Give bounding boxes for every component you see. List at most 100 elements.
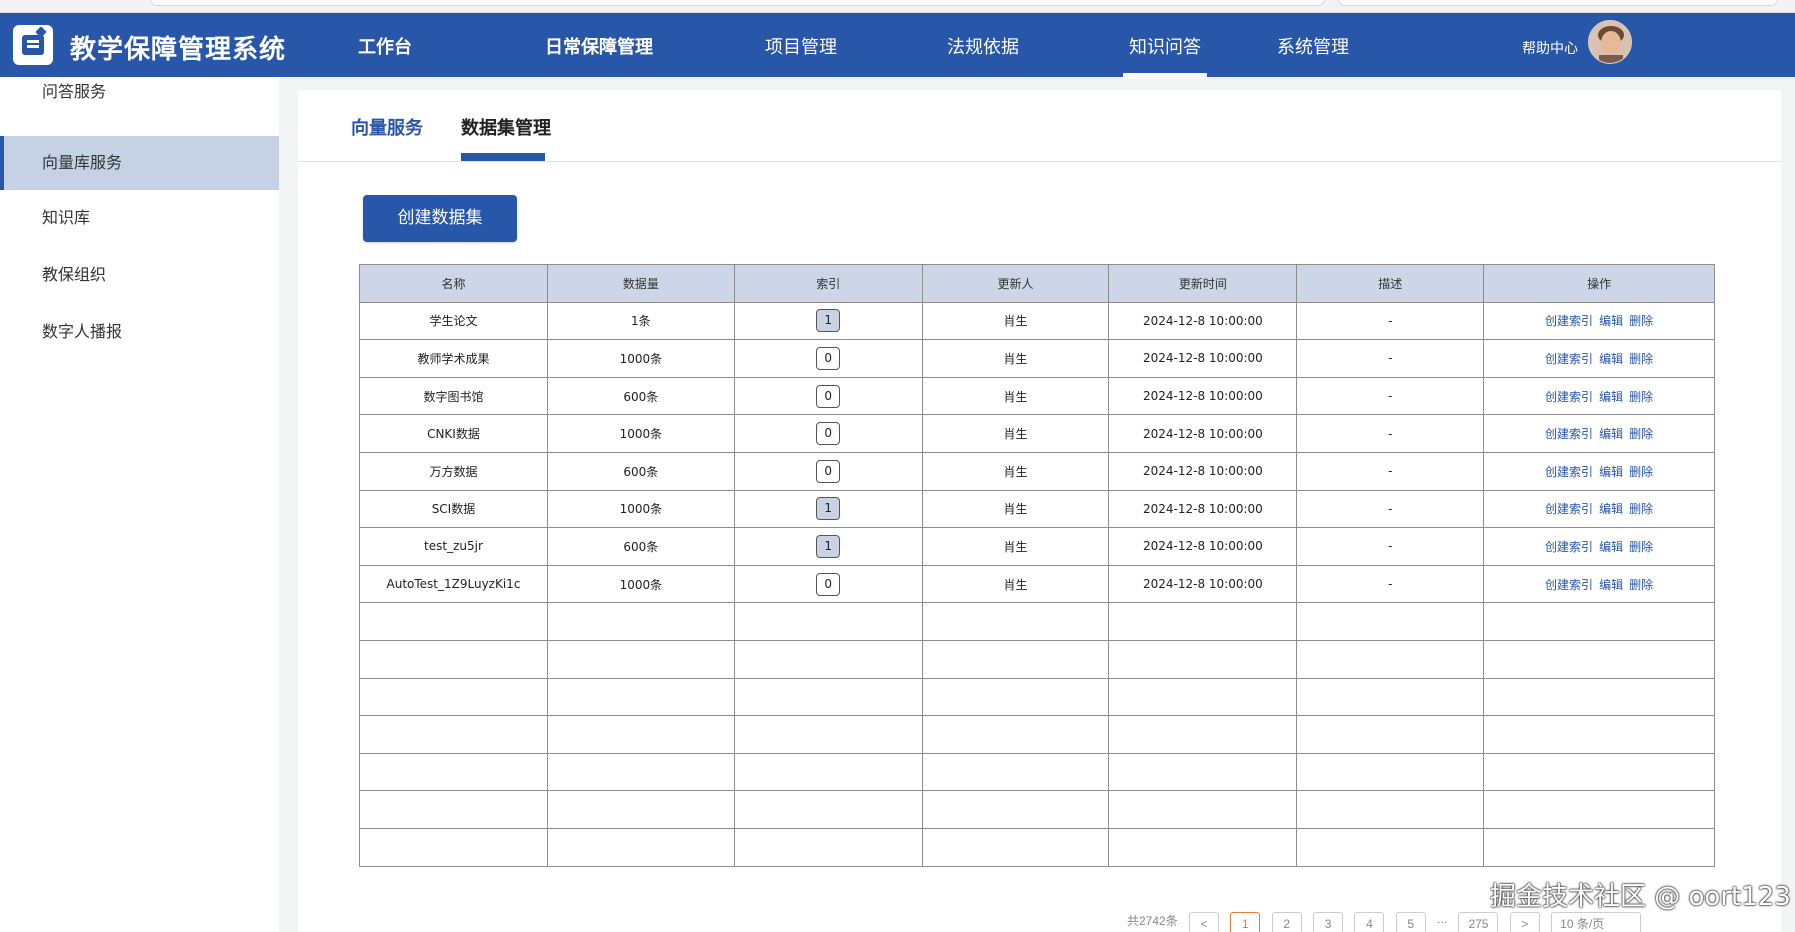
pagination-total: 共2742条 <box>1127 914 1178 928</box>
cell-updater: 肖生 <box>921 414 1110 453</box>
sidebar-item-digital-human[interactable]: 数字人播报 <box>0 305 279 359</box>
pagination-page-2[interactable]: 2 <box>1271 912 1302 932</box>
table-row: 数字图书馆 600条 0 肖生 2024-12-8 10:00:00 - 创建索… <box>359 376 1715 416</box>
index-badge[interactable]: 1 <box>816 497 841 521</box>
pagination: 共2742条 < 1 2 3 4 5 ... 275 > 10 条/页 <box>1127 912 1649 932</box>
nav-item-daily-support[interactable]: 日常保障管理 <box>545 33 653 77</box>
index-badge[interactable]: 0 <box>816 384 841 408</box>
cell-updater: 肖生 <box>921 451 1110 491</box>
cell-updater: 肖生 <box>921 301 1110 341</box>
pagination-next-button[interactable]: > <box>1509 912 1540 932</box>
index-badge[interactable]: 0 <box>816 572 841 596</box>
table-row: 教师学术成果 1000条 0 肖生 2024-12-8 10:00:00 - 创… <box>359 339 1715 378</box>
pagination-page-3[interactable]: 3 <box>1313 912 1344 932</box>
tab-dataset-management[interactable]: 数据集管理 <box>461 114 551 140</box>
edit-link[interactable]: 编辑 <box>1599 502 1623 516</box>
cell-actions: 创建索引 编辑 删除 <box>1483 564 1715 604</box>
index-badge[interactable]: 0 <box>816 459 841 483</box>
nav-item-knowledge-qa[interactable]: 知识问答 <box>1123 33 1207 79</box>
cell-description: - <box>1296 301 1485 341</box>
create-index-link[interactable]: 创建索引 <box>1545 578 1593 592</box>
sidebar-item-vector-service[interactable]: 向量库服务 <box>0 136 279 190</box>
edit-link[interactable]: 编辑 <box>1599 352 1623 366</box>
create-index-link[interactable]: 创建索引 <box>1545 390 1593 404</box>
cell-update-time: 2024-12-8 10:00:00 <box>1108 301 1298 341</box>
sidebar-item-teaching-org[interactable]: 教保组织 <box>0 248 279 302</box>
pagination-prev-button[interactable]: < <box>1189 912 1220 932</box>
browser-address-bar[interactable] <box>150 0 1325 6</box>
sidebar: 问答服务 向量库服务 知识库 教保组织 数字人播报 <box>0 77 279 932</box>
create-index-link[interactable]: 创建索引 <box>1545 540 1593 554</box>
pagination-page-4[interactable]: 4 <box>1354 912 1385 932</box>
cell-count: 1000条 <box>546 339 735 378</box>
table-header-row: 名称 数据量 索引 更新人 更新时间 描述 操作 <box>359 264 1715 303</box>
cell-count: 1条 <box>546 301 735 341</box>
browser-chrome <box>0 0 1795 13</box>
column-header-actions: 操作 <box>1483 264 1715 303</box>
cell-index: 0 <box>733 339 923 378</box>
delete-link[interactable]: 删除 <box>1629 578 1653 592</box>
pagination-ellipsis[interactable]: ... <box>1437 912 1447 926</box>
cell-update-time: 2024-12-8 10:00:00 <box>1108 451 1298 491</box>
delete-link[interactable]: 删除 <box>1629 314 1653 328</box>
browser-search-bar[interactable] <box>1338 0 1778 6</box>
delete-link[interactable]: 删除 <box>1629 427 1653 441</box>
index-badge[interactable]: 1 <box>816 534 841 558</box>
delete-link[interactable]: 删除 <box>1629 465 1653 479</box>
cell-count: 1000条 <box>546 489 735 529</box>
edit-link[interactable]: 编辑 <box>1599 540 1623 554</box>
cell-index: 1 <box>733 301 923 341</box>
user-avatar[interactable] <box>1588 20 1632 64</box>
create-index-link[interactable]: 创建索引 <box>1545 314 1593 328</box>
app-title: 教学保障管理系统 <box>70 35 287 65</box>
delete-link[interactable]: 删除 <box>1629 352 1653 366</box>
edit-link[interactable]: 编辑 <box>1599 465 1623 479</box>
empty-table-row <box>359 677 1715 717</box>
help-center-link[interactable]: 帮助中心 <box>1522 38 1578 58</box>
cell-update-time: 2024-12-8 10:00:00 <box>1108 376 1298 416</box>
nav-item-system-management[interactable]: 系统管理 <box>1277 33 1349 77</box>
nav-item-workbench[interactable]: 工作台 <box>358 33 412 77</box>
delete-link[interactable]: 删除 <box>1629 540 1653 554</box>
column-header-description: 描述 <box>1296 264 1485 303</box>
pagination-page-1[interactable]: 1 <box>1230 912 1261 932</box>
pagination-page-5[interactable]: 5 <box>1395 912 1426 932</box>
table-row: SCI数据 1000条 1 肖生 2024-12-8 10:00:00 - 创建… <box>359 489 1715 529</box>
edit-link[interactable]: 编辑 <box>1599 578 1623 592</box>
nav-item-regulations[interactable]: 法规依据 <box>947 33 1019 77</box>
index-badge[interactable]: 1 <box>816 309 841 333</box>
cell-update-time: 2024-12-8 10:00:00 <box>1108 489 1298 529</box>
cell-update-time: 2024-12-8 10:00:00 <box>1108 414 1298 453</box>
delete-link[interactable]: 删除 <box>1629 502 1653 516</box>
cell-index: 0 <box>733 376 923 416</box>
cell-count: 600条 <box>546 376 735 416</box>
nav-item-project-management[interactable]: 项目管理 <box>765 33 837 77</box>
edit-link[interactable]: 编辑 <box>1599 314 1623 328</box>
delete-link[interactable]: 删除 <box>1629 390 1653 404</box>
cell-actions: 创建索引 编辑 删除 <box>1483 414 1715 453</box>
page-size-select[interactable]: 10 条/页 <box>1551 912 1642 932</box>
table-row: AutoTest_1Z9LuyzKi1c 1000条 0 肖生 2024-12-… <box>359 564 1715 604</box>
cell-name: SCI数据 <box>359 489 548 529</box>
edit-link[interactable]: 编辑 <box>1599 390 1623 404</box>
create-dataset-button[interactable]: 创建数据集 <box>363 195 517 242</box>
create-index-link[interactable]: 创建索引 <box>1545 465 1593 479</box>
empty-table-row <box>359 827 1715 867</box>
create-index-link[interactable]: 创建索引 <box>1545 502 1593 516</box>
column-header-update-time: 更新时间 <box>1108 264 1298 303</box>
sidebar-item-qa-service[interactable]: 问答服务 <box>0 65 279 119</box>
index-badge[interactable]: 0 <box>816 346 841 370</box>
watermark: 掘金技术社区 @ oort123 <box>1490 882 1791 912</box>
cell-name: CNKI数据 <box>359 414 548 453</box>
create-index-link[interactable]: 创建索引 <box>1545 427 1593 441</box>
tab-vector-service[interactable]: 向量服务 <box>351 114 423 140</box>
edit-link[interactable]: 编辑 <box>1599 427 1623 441</box>
pagination-last-page[interactable]: 275 <box>1458 912 1499 932</box>
cell-index: 0 <box>733 564 923 604</box>
cell-index: 0 <box>733 414 923 453</box>
create-index-link[interactable]: 创建索引 <box>1545 352 1593 366</box>
cell-actions: 创建索引 编辑 删除 <box>1483 301 1715 341</box>
table-row: 学生论文 1条 1 肖生 2024-12-8 10:00:00 - 创建索引 编辑… <box>359 301 1715 341</box>
sidebar-item-knowledge-base[interactable]: 知识库 <box>0 191 279 245</box>
index-badge[interactable]: 0 <box>816 422 841 446</box>
